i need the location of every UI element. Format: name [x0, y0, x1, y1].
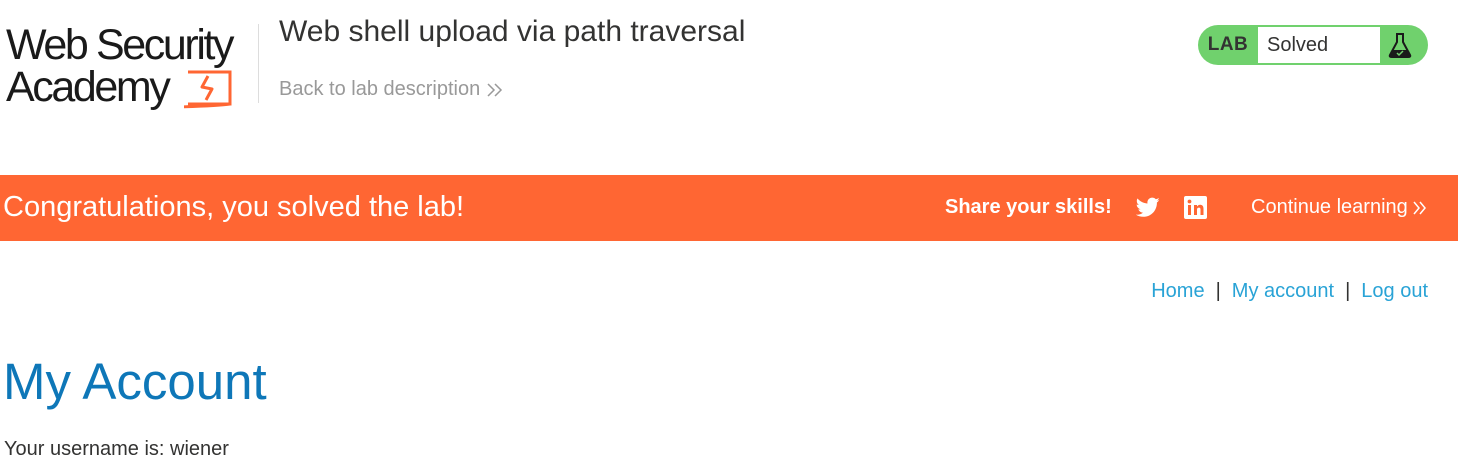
continue-learning-label: Continue learning: [1251, 196, 1408, 218]
flask-icon: [1388, 33, 1412, 58]
lab-status-state: Solved: [1258, 27, 1380, 63]
solved-banner: Congratulations, you solved the lab! Sha…: [0, 175, 1458, 241]
twitter-icon[interactable]: [1136, 197, 1160, 218]
page-title: My Account: [3, 353, 267, 410]
linkedin-icon[interactable]: [1184, 196, 1207, 219]
nav-log-out-link[interactable]: Log out: [1361, 280, 1428, 302]
banner-message: Congratulations, you solved the lab!: [3, 191, 465, 223]
nav-separator: |: [1215, 280, 1221, 302]
lab-status-label: LAB: [1207, 34, 1249, 55]
logo[interactable]: Web Security Academy: [6, 22, 254, 114]
lab-status-widget: LAB Solved: [1198, 25, 1428, 65]
header-divider: [258, 24, 259, 103]
username-text: Your username is: wiener: [4, 438, 229, 460]
continue-learning-link[interactable]: Continue learning: [1251, 196, 1428, 219]
logo-line2: Academy: [6, 63, 171, 111]
logo-mark-icon: [184, 70, 232, 109]
top-nav: Home | My account | Log out: [1151, 280, 1428, 303]
nav-my-account-link[interactable]: My account: [1232, 280, 1334, 302]
logo-line1: Web Security: [6, 21, 235, 69]
share-label: Share your skills!: [945, 196, 1112, 218]
back-link-label: Back to lab description: [279, 78, 481, 100]
nav-home-link[interactable]: Home: [1151, 280, 1204, 302]
double-chevron-right-icon: [487, 83, 503, 97]
back-to-lab-description-link[interactable]: Back to lab description: [279, 78, 504, 101]
double-chevron-right-icon: [1413, 201, 1426, 215]
nav-separator: |: [1345, 280, 1351, 302]
lab-title: Web shell upload via path traversal: [279, 15, 746, 48]
